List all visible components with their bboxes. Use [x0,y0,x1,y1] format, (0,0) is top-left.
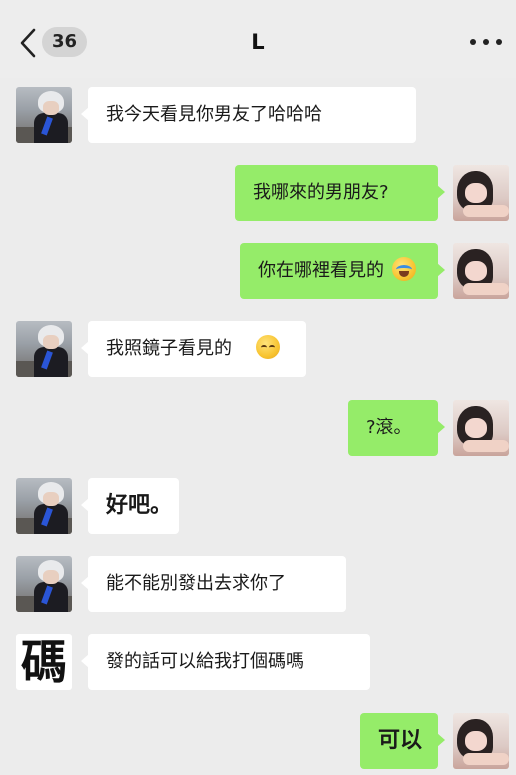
message-text: 能不能別發出去求你了 [106,573,286,594]
incoming-message[interactable]: 我照鏡子看見的 [81,321,306,377]
message-text: 可以 [378,728,423,753]
outgoing-message[interactable]: ?滾。 [348,400,445,456]
message-text: 好吧。 [106,493,173,518]
message-text: 我照鏡子看見的 [106,338,232,359]
chat-title: L [251,30,265,54]
message-text: 我今天看見你男友了哈哈哈 [106,104,322,125]
incoming-message[interactable]: 發的話可以給我打個碼嗎 [81,634,370,690]
more-options-button[interactable] [470,30,502,54]
more-dot-icon [483,39,489,45]
contact-avatar[interactable] [16,556,72,612]
message-text: 我哪來的男朋友? [253,182,389,203]
contact-avatar[interactable] [16,321,72,377]
avatar-character: 碼 [21,635,67,689]
contact-avatar[interactable] [16,87,72,143]
incoming-message[interactable]: 我今天看見你男友了哈哈哈 [81,87,416,143]
incoming-message[interactable]: 好吧。 [81,478,179,534]
outgoing-message[interactable]: 我哪來的男朋友? [235,165,445,221]
contact-avatar[interactable]: 碼 [16,634,72,690]
chat-header: 36 L [0,0,516,78]
self-avatar[interactable] [453,243,509,299]
self-avatar[interactable] [453,400,509,456]
crying-laughing-emoji-icon [392,257,416,281]
more-dot-icon [470,39,476,45]
contact-avatar[interactable] [16,478,72,534]
outgoing-message[interactable]: 你在哪裡看見的 [240,243,445,299]
sleepy-face-emoji-icon [256,335,280,359]
message-text: ?滾。 [366,417,412,438]
message-text: 發的話可以給我打個碼嗎 [106,651,304,672]
incoming-message[interactable]: 能不能別發出去求你了 [81,556,346,612]
outgoing-message[interactable]: 可以 [360,713,445,769]
self-avatar[interactable] [453,713,509,769]
message-text: 你在哪裡看見的 [258,260,384,281]
self-avatar[interactable] [453,165,509,221]
more-dot-icon [496,39,502,45]
